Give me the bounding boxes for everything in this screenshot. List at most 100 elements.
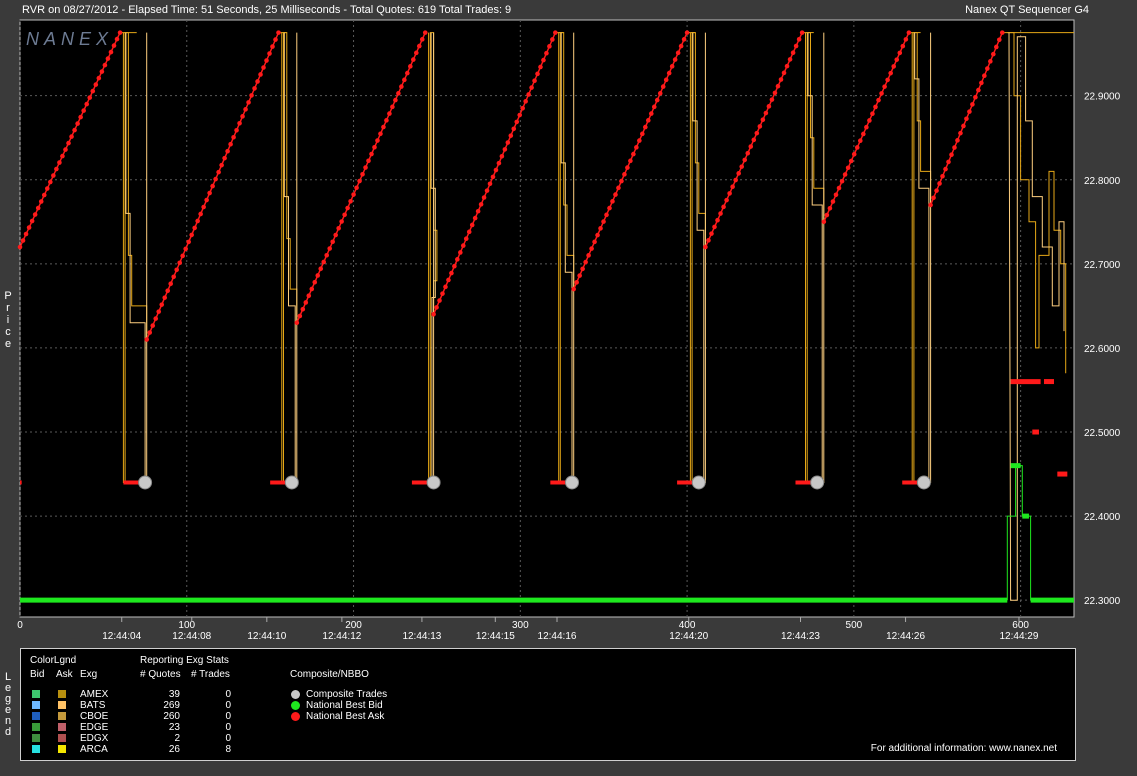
nbbo-ask-point: [252, 86, 257, 91]
nbbo-ask-point: [201, 204, 206, 210]
nbbo-ask-point: [769, 97, 775, 102]
nbbo-ask-point: [610, 199, 615, 204]
nbbo-ask-point: [309, 286, 315, 292]
nbbo-ask-point: [396, 91, 401, 96]
price-axis-label: Price: [2, 290, 14, 350]
nbbo-ask-point: [147, 330, 153, 335]
nbbo-ask-point: [754, 130, 760, 136]
nbbo-ask-point: [712, 224, 717, 230]
nbbo-ask-point: [108, 49, 114, 55]
nbbo-ask-point: [469, 222, 475, 228]
nbbo-ask-point: [839, 178, 845, 184]
nbbo-ask-point: [796, 37, 802, 42]
nbbo-ask-point: [577, 273, 582, 278]
nbbo-ask-point: [339, 219, 344, 224]
nbbo-ask-point: [824, 212, 830, 218]
price-label-char: r: [6, 302, 10, 314]
nbbo-ask-point: [72, 127, 77, 133]
nbbo-ask-point: [763, 110, 769, 116]
exchange-trades: 8: [225, 744, 231, 755]
nbbo-ask-point: [574, 280, 579, 285]
nbbo-ask-point: [222, 155, 227, 161]
nbbo-ask-point: [111, 43, 117, 48]
nbbo-ask-point: [739, 164, 745, 169]
nbbo-ask-point: [496, 160, 502, 166]
nbbo-ask-point: [183, 246, 188, 252]
nbbo-ask-point: [66, 140, 71, 146]
nbbo-ask-point: [150, 323, 156, 328]
legend-panel: ColorLgnd Bid Ask Exg Reporting Exg Stat…: [20, 648, 1076, 761]
nbbo-ask-point: [648, 111, 654, 116]
nbbo-ask-point: [514, 119, 520, 125]
nbbo-ask-point: [434, 305, 439, 310]
nbbo-ask-point: [703, 244, 708, 250]
nbbo-ask-point: [517, 112, 523, 118]
nbbo-ask-point: [321, 259, 327, 265]
nbbo-ask-point: [327, 246, 332, 251]
bid-swatch-edgx: [32, 734, 40, 742]
legend-side-label: Legend: [2, 672, 14, 738]
nbbo-ask-point: [117, 30, 123, 35]
nbbo-ask-point: [174, 267, 179, 273]
nbbo-ask-point: [20, 238, 26, 243]
nbbo-ask-point: [851, 151, 857, 157]
nbbo-ask-point: [387, 111, 392, 116]
nbbo-ask-point: [952, 145, 957, 150]
nbbo-ask-point: [634, 145, 639, 150]
legend-label-char: d: [4, 726, 12, 738]
nbbo-ask-point: [57, 160, 62, 165]
nbbo-ask-point: [234, 127, 239, 133]
nbbo-ask-point: [32, 212, 38, 217]
nbbo-ask-point: [538, 64, 543, 70]
nbbo-ask-point: [60, 153, 65, 159]
nbbo-ask-point: [845, 165, 851, 171]
exchange-trades: 0: [225, 711, 231, 722]
y-tick-label: 22.6000: [1084, 344, 1121, 355]
nbbo-ask-point: [541, 57, 546, 63]
nbbo-ask-point: [246, 100, 251, 105]
x-tick-label: 300: [512, 620, 529, 631]
nbbo-ask-point: [997, 37, 1002, 43]
nbbo-ask-point: [231, 134, 236, 140]
nbbo-ask-point: [505, 140, 511, 145]
time-tick-label: 12:44:16: [538, 631, 577, 640]
nbbo-ask-point: [836, 185, 842, 191]
nbbo-ask-point: [616, 185, 621, 191]
nbbo-ask-point: [156, 309, 162, 314]
exchange-quotes: 23: [168, 722, 180, 733]
nbbo-ask-point: [351, 192, 356, 197]
price-label-char: e: [4, 338, 12, 350]
nbbo-ask-point: [724, 197, 729, 203]
nbbo-ask-point: [487, 181, 493, 187]
y-tick-label: 22.3000: [1084, 596, 1121, 607]
nbbo-ask-point: [619, 178, 624, 184]
nbbo-ask-point: [312, 279, 318, 285]
nbbo-ask-point: [90, 88, 96, 94]
nbbo-ask-point: [41, 192, 47, 198]
nbbo-ask-point: [336, 225, 341, 231]
y-tick-label: 22.7000: [1084, 260, 1121, 271]
exchange-trades: 0: [225, 733, 231, 744]
composite-trade-point: [284, 475, 299, 490]
nbbo-ask-point: [484, 188, 490, 193]
nbbo-ask-point: [879, 91, 884, 96]
exchange-name: ARCA: [80, 744, 108, 755]
nbbo-ask-point: [366, 158, 371, 164]
nbbo-ask-point: [102, 62, 108, 68]
nbbo-ask-point: [861, 131, 866, 137]
nbbo-ask-point: [592, 239, 597, 245]
nbbo-ask-point: [973, 94, 978, 100]
nbbo-ask-point: [478, 202, 484, 207]
time-tick-label: 12:44:10: [247, 631, 286, 640]
exchange-quotes: 260: [163, 711, 180, 722]
nbbo-ask-point: [360, 171, 365, 177]
time-tick-label: 12:44:29: [999, 631, 1038, 640]
footer-link-text: For additional information: www.nanex.ne…: [870, 743, 1057, 754]
nbbo-ask-point: [297, 313, 303, 319]
nbbo-ask-point: [544, 50, 549, 56]
nbbo-ask-point: [159, 302, 165, 307]
nbbo-ask-point: [766, 104, 772, 109]
nbbo-ask-point: [363, 165, 368, 170]
nbbo-ask-point: [405, 70, 410, 76]
nbbo-ask-point: [745, 150, 751, 156]
